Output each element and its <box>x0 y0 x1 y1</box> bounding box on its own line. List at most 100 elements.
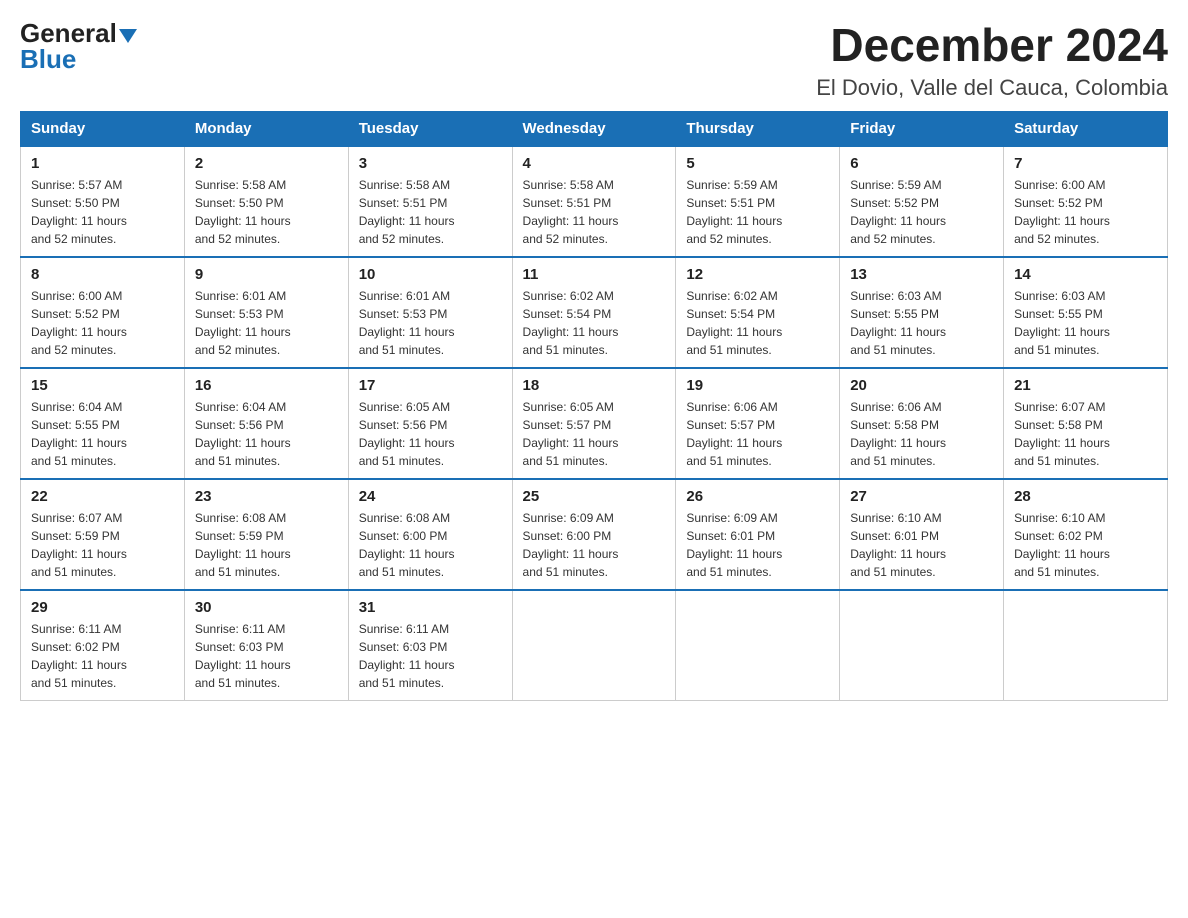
day-info: Sunrise: 6:03 AMSunset: 5:55 PMDaylight:… <box>1014 287 1157 359</box>
day-number: 29 <box>31 599 174 616</box>
table-row: 22 Sunrise: 6:07 AMSunset: 5:59 PMDayligh… <box>21 479 185 590</box>
title-block: December 2024 El Dovio, Valle del Cauca,… <box>816 20 1168 101</box>
day-number: 3 <box>359 155 502 172</box>
table-row: 7 Sunrise: 6:00 AMSunset: 5:52 PMDaylight… <box>1004 146 1168 257</box>
day-info: Sunrise: 6:10 AMSunset: 6:01 PMDaylight:… <box>850 509 993 581</box>
table-row: 6 Sunrise: 5:59 AMSunset: 5:52 PMDaylight… <box>840 146 1004 257</box>
day-info: Sunrise: 6:08 AMSunset: 5:59 PMDaylight:… <box>195 509 338 581</box>
table-row: 4 Sunrise: 5:58 AMSunset: 5:51 PMDaylight… <box>512 146 676 257</box>
calendar-table: Sunday Monday Tuesday Wednesday Thursday… <box>20 111 1168 701</box>
table-row: 3Sunrise: 5:58 AMSunset: 5:51 PMDaylight… <box>348 146 512 257</box>
table-row: 2 Sunrise: 5:58 AMSunset: 5:50 PMDaylight… <box>184 146 348 257</box>
header-tuesday: Tuesday <box>348 111 512 146</box>
table-row: 15Sunrise: 6:04 AMSunset: 5:55 PMDayligh… <box>21 368 185 479</box>
calendar-week-row: 22 Sunrise: 6:07 AMSunset: 5:59 PMDayligh… <box>21 479 1168 590</box>
location-title: El Dovio, Valle del Cauca, Colombia <box>816 75 1168 101</box>
table-row: 28Sunrise: 6:10 AMSunset: 6:02 PMDayligh… <box>1004 479 1168 590</box>
table-row: 26Sunrise: 6:09 AMSunset: 6:01 PMDayligh… <box>676 479 840 590</box>
day-number: 27 <box>850 488 993 505</box>
day-number: 16 <box>195 377 338 394</box>
calendar-week-row: 1 Sunrise: 5:57 AMSunset: 5:50 PMDaylight… <box>21 146 1168 257</box>
table-row: 19 Sunrise: 6:06 AMSunset: 5:57 PMDayligh… <box>676 368 840 479</box>
table-row <box>840 590 1004 701</box>
day-info: Sunrise: 6:05 AMSunset: 5:57 PMDaylight:… <box>523 398 666 470</box>
logo-general-row: General <box>20 20 137 46</box>
day-number: 1 <box>31 155 174 172</box>
table-row: 14Sunrise: 6:03 AMSunset: 5:55 PMDayligh… <box>1004 257 1168 368</box>
day-info: Sunrise: 6:07 AMSunset: 5:58 PMDaylight:… <box>1014 398 1157 470</box>
table-row: 31Sunrise: 6:11 AMSunset: 6:03 PMDayligh… <box>348 590 512 701</box>
day-info: Sunrise: 6:05 AMSunset: 5:56 PMDaylight:… <box>359 398 502 470</box>
day-number: 4 <box>523 155 666 172</box>
day-info: Sunrise: 5:58 AMSunset: 5:51 PMDaylight:… <box>523 176 666 248</box>
day-number: 7 <box>1014 155 1157 172</box>
header-monday: Monday <box>184 111 348 146</box>
day-number: 22 <box>31 488 174 505</box>
day-number: 9 <box>195 266 338 283</box>
header-saturday: Saturday <box>1004 111 1168 146</box>
day-info: Sunrise: 5:59 AMSunset: 5:52 PMDaylight:… <box>850 176 993 248</box>
day-number: 25 <box>523 488 666 505</box>
logo: General Blue <box>20 20 137 72</box>
day-number: 11 <box>523 266 666 283</box>
header-thursday: Thursday <box>676 111 840 146</box>
table-row: 11 Sunrise: 6:02 AMSunset: 5:54 PMDayligh… <box>512 257 676 368</box>
header: General Blue December 2024 El Dovio, Val… <box>20 20 1168 101</box>
day-number: 20 <box>850 377 993 394</box>
table-row <box>676 590 840 701</box>
day-number: 10 <box>359 266 502 283</box>
day-info: Sunrise: 6:00 AMSunset: 5:52 PMDaylight:… <box>1014 176 1157 248</box>
month-title: December 2024 <box>816 20 1168 71</box>
day-info: Sunrise: 6:01 AMSunset: 5:53 PMDaylight:… <box>359 287 502 359</box>
header-wednesday: Wednesday <box>512 111 676 146</box>
day-info: Sunrise: 6:11 AMSunset: 6:02 PMDaylight:… <box>31 620 174 692</box>
table-row: 27 Sunrise: 6:10 AMSunset: 6:01 PMDayligh… <box>840 479 1004 590</box>
table-row <box>1004 590 1168 701</box>
calendar-week-row: 29 Sunrise: 6:11 AMSunset: 6:02 PMDayligh… <box>21 590 1168 701</box>
day-number: 5 <box>686 155 829 172</box>
day-info: Sunrise: 5:58 AMSunset: 5:50 PMDaylight:… <box>195 176 338 248</box>
day-info: Sunrise: 6:09 AMSunset: 6:00 PMDaylight:… <box>523 509 666 581</box>
day-number: 12 <box>686 266 829 283</box>
table-row: 24Sunrise: 6:08 AMSunset: 6:00 PMDayligh… <box>348 479 512 590</box>
logo-triangle-icon <box>119 29 137 43</box>
calendar-header-row: Sunday Monday Tuesday Wednesday Thursday… <box>21 111 1168 146</box>
day-info: Sunrise: 5:59 AMSunset: 5:51 PMDaylight:… <box>686 176 829 248</box>
table-row: 8Sunrise: 6:00 AMSunset: 5:52 PMDaylight… <box>21 257 185 368</box>
table-row: 23Sunrise: 6:08 AMSunset: 5:59 PMDayligh… <box>184 479 348 590</box>
calendar-week-row: 15Sunrise: 6:04 AMSunset: 5:55 PMDayligh… <box>21 368 1168 479</box>
day-info: Sunrise: 5:57 AMSunset: 5:50 PMDaylight:… <box>31 176 174 248</box>
table-row: 29 Sunrise: 6:11 AMSunset: 6:02 PMDayligh… <box>21 590 185 701</box>
day-info: Sunrise: 6:03 AMSunset: 5:55 PMDaylight:… <box>850 287 993 359</box>
table-row: 16Sunrise: 6:04 AMSunset: 5:56 PMDayligh… <box>184 368 348 479</box>
day-number: 2 <box>195 155 338 172</box>
day-info: Sunrise: 6:10 AMSunset: 6:02 PMDaylight:… <box>1014 509 1157 581</box>
day-info: Sunrise: 6:06 AMSunset: 5:57 PMDaylight:… <box>686 398 829 470</box>
day-info: Sunrise: 6:02 AMSunset: 5:54 PMDaylight:… <box>686 287 829 359</box>
day-info: Sunrise: 6:04 AMSunset: 5:55 PMDaylight:… <box>31 398 174 470</box>
day-number: 26 <box>686 488 829 505</box>
table-row: 18 Sunrise: 6:05 AMSunset: 5:57 PMDayligh… <box>512 368 676 479</box>
day-number: 8 <box>31 266 174 283</box>
day-number: 19 <box>686 377 829 394</box>
table-row: 17 Sunrise: 6:05 AMSunset: 5:56 PMDayligh… <box>348 368 512 479</box>
table-row: 13 Sunrise: 6:03 AMSunset: 5:55 PMDayligh… <box>840 257 1004 368</box>
day-info: Sunrise: 6:06 AMSunset: 5:58 PMDaylight:… <box>850 398 993 470</box>
day-number: 6 <box>850 155 993 172</box>
table-row: 9 Sunrise: 6:01 AMSunset: 5:53 PMDaylight… <box>184 257 348 368</box>
table-row: 1 Sunrise: 5:57 AMSunset: 5:50 PMDaylight… <box>21 146 185 257</box>
day-info: Sunrise: 6:08 AMSunset: 6:00 PMDaylight:… <box>359 509 502 581</box>
day-info: Sunrise: 6:02 AMSunset: 5:54 PMDaylight:… <box>523 287 666 359</box>
table-row: 25 Sunrise: 6:09 AMSunset: 6:00 PMDayligh… <box>512 479 676 590</box>
day-number: 17 <box>359 377 502 394</box>
day-info: Sunrise: 6:01 AMSunset: 5:53 PMDaylight:… <box>195 287 338 359</box>
header-sunday: Sunday <box>21 111 185 146</box>
day-number: 31 <box>359 599 502 616</box>
day-info: Sunrise: 6:11 AMSunset: 6:03 PMDaylight:… <box>195 620 338 692</box>
day-number: 18 <box>523 377 666 394</box>
calendar-week-row: 8Sunrise: 6:00 AMSunset: 5:52 PMDaylight… <box>21 257 1168 368</box>
table-row: 10 Sunrise: 6:01 AMSunset: 5:53 PMDayligh… <box>348 257 512 368</box>
table-row: 12 Sunrise: 6:02 AMSunset: 5:54 PMDayligh… <box>676 257 840 368</box>
day-number: 13 <box>850 266 993 283</box>
day-info: Sunrise: 6:07 AMSunset: 5:59 PMDaylight:… <box>31 509 174 581</box>
